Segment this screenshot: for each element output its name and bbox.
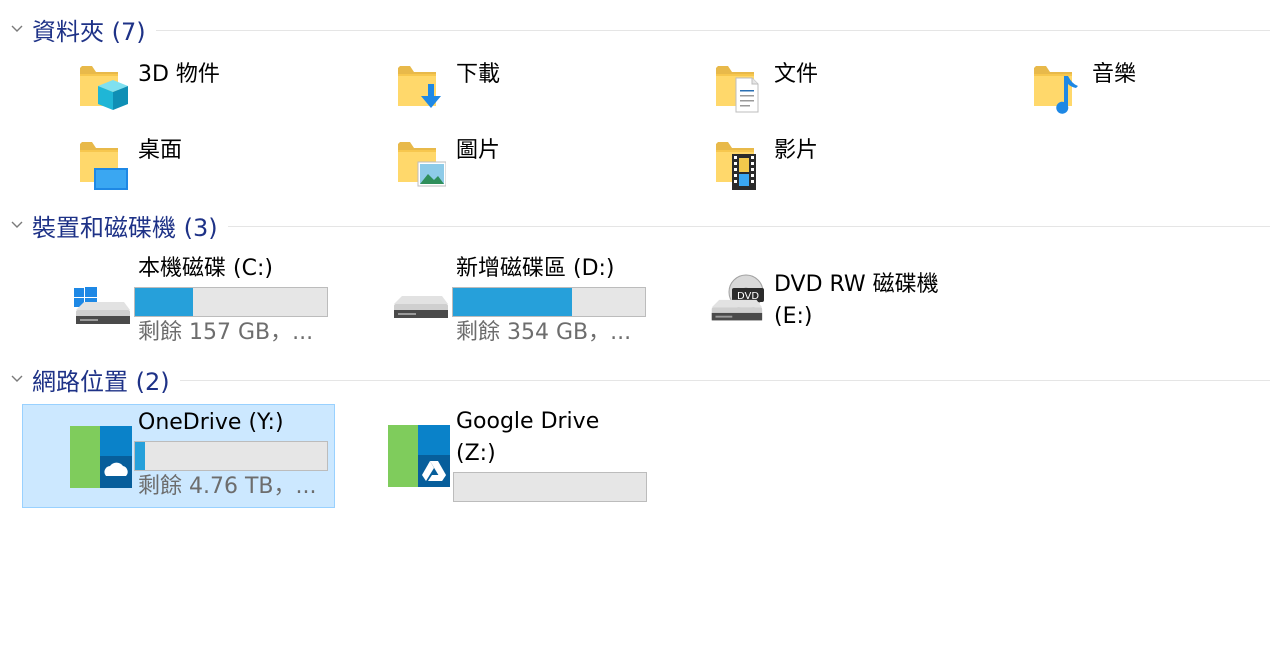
folder-label: 3D 物件 [138,62,220,87]
folder-label: 圖片 [456,138,501,163]
folder-label: 下載 [456,62,501,87]
folder-item-music[interactable]: 音樂 [1024,56,1264,122]
drive-capacity-bar [452,287,646,317]
hard-drive-icon [390,294,450,328]
drive-label: OneDrive (Y:) [138,410,284,435]
desktop-folder-icon [78,134,128,198]
section-divider [179,379,1270,381]
section-folders-header[interactable]: 資料夾 (7) [10,14,1270,46]
drive-item-e[interactable]: DVD DVD RW 磁碟機 (E:) [698,260,998,340]
drive-letter-label: (Z:) [456,441,496,466]
folder-label: 文件 [774,62,819,87]
section-divider [155,29,1270,31]
drive-capacity-fill [453,288,573,316]
downloads-folder-icon [396,58,446,122]
drive-label: DVD RW 磁碟機 [774,272,939,297]
drive-item-d[interactable]: 新增磁碟區 (D:) 剩餘 354 GB，... [380,250,680,350]
folder-label: 音樂 [1092,62,1137,87]
section-divider [227,225,1270,227]
network-item-onedrive[interactable]: OneDrive (Y:) 剩餘 4.76 TB，... [22,404,335,508]
chevron-down-icon[interactable] [10,372,24,386]
3d-objects-folder-icon [78,58,128,122]
drive-capacity-fill [135,442,145,470]
drive-free-space: 剩餘 354 GB，... [456,320,632,345]
drive-free-space: 剩餘 157 GB，... [138,320,314,345]
drive-label: Google Drive [456,409,600,434]
drive-capacity-bar [134,441,328,471]
folder-item-pictures[interactable]: 圖片 [388,132,688,198]
windows-drive-icon [72,286,132,334]
section-drives-header[interactable]: 裝置和磁碟機 (3) [10,210,1270,242]
section-title: 裝置和磁碟機 (3) [32,213,218,242]
drive-label: 本機磁碟 (C:) [138,256,273,281]
folder-item-desktop[interactable]: 桌面 [70,132,370,198]
drive-letter-label: (E:) [774,304,813,329]
google-drive-icon [388,425,450,491]
videos-folder-icon [714,134,764,198]
folder-item-3d-objects[interactable]: 3D 物件 [70,56,370,122]
drive-capacity-fill [135,288,193,316]
drive-label: 新增磁碟區 (D:) [456,256,615,281]
section-title: 網路位置 (2) [32,367,170,396]
section-network-header[interactable]: 網路位置 (2) [10,364,1270,396]
music-folder-icon [1032,58,1082,122]
folder-item-downloads[interactable]: 下載 [388,56,688,122]
onedrive-icon [70,426,132,492]
dvd-drive-icon: DVD [708,274,768,330]
chevron-down-icon[interactable] [10,22,24,36]
drive-item-c[interactable]: 本機磁碟 (C:) 剩餘 157 GB，... [62,250,362,350]
folder-label: 桌面 [138,138,183,163]
network-item-google-drive[interactable]: Google Drive (Z:) [380,404,680,508]
chevron-down-icon[interactable] [10,218,24,232]
folder-item-documents[interactable]: 文件 [706,56,1006,122]
folder-label: 影片 [774,138,819,163]
folder-item-videos[interactable]: 影片 [706,132,1006,198]
drive-free-space: 剩餘 4.76 TB，... [138,474,317,499]
pictures-folder-icon [396,134,447,198]
section-title: 資料夾 (7) [32,17,146,46]
documents-folder-icon [714,58,764,122]
drive-capacity-bar [453,472,647,502]
drive-capacity-bar [134,287,328,317]
